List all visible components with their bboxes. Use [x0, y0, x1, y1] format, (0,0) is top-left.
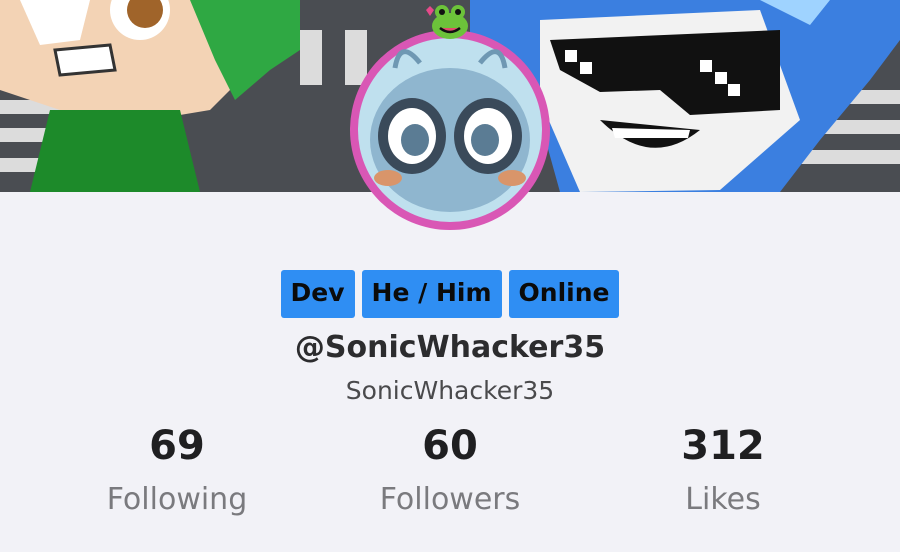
frog-emoji-icon [420, 0, 480, 42]
stat-followers-value: 60 [422, 423, 478, 469]
stat-likes-value: 312 [681, 423, 765, 469]
profile-stats: 69 Following 60 Followers 312 Likes [0, 418, 900, 538]
profile-tags: Dev He / Him Online [0, 270, 900, 318]
stat-following-value: 69 [149, 423, 205, 469]
stat-likes[interactable]: 312 Likes [603, 418, 843, 526]
profile-avatar[interactable] [340, 28, 560, 233]
profile-display-name: SonicWhacker35 [345, 376, 555, 405]
tag-dev: Dev [280, 270, 355, 318]
stat-followers-label: Followers [379, 482, 521, 517]
stat-followers[interactable]: 60 Followers [330, 418, 570, 526]
tag-pronouns: He / Him [361, 270, 502, 318]
profile-username: @SonicWhacker35 [294, 330, 606, 365]
stat-likes-label: Likes [685, 482, 761, 517]
stat-following-label: Following [106, 482, 248, 517]
stat-following[interactable]: 69 Following [57, 418, 297, 526]
tag-online-status: Online [508, 270, 620, 318]
